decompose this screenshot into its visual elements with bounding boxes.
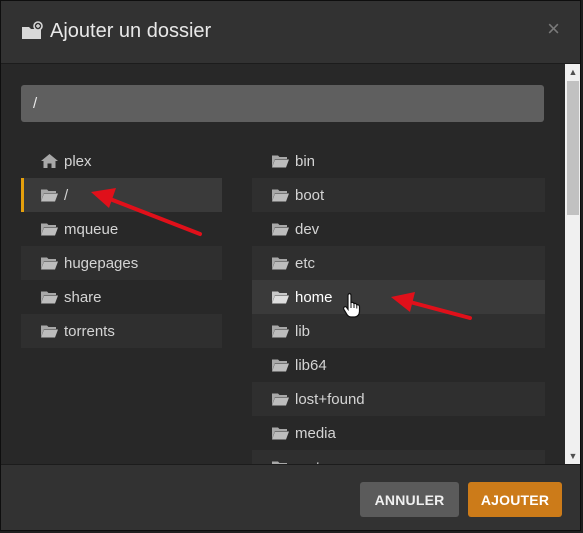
list-item-label: lost+found (295, 390, 365, 408)
folder-icon (272, 291, 289, 304)
add-button[interactable]: AJOUTER (468, 482, 562, 517)
folder-icon (272, 393, 289, 406)
list-item-plex[interactable]: plex (21, 144, 222, 178)
scrollbar-thumb[interactable] (567, 81, 579, 215)
list-item-hugepages[interactable]: hugepages (21, 246, 222, 280)
list-item-label: plex (64, 152, 92, 170)
folder-icon (41, 257, 58, 270)
folder-icon (41, 291, 58, 304)
folder-icon (272, 223, 289, 236)
list-item-label: hugepages (64, 254, 139, 272)
folder-icon (272, 155, 289, 168)
list-item-label: / (64, 186, 69, 204)
list-item-mnt[interactable]: mnt (252, 450, 545, 464)
list-item-boot[interactable]: boot (252, 178, 545, 212)
list-item-label: media (295, 424, 336, 442)
list-item-label: etc (295, 254, 316, 272)
list-item-etc[interactable]: etc (252, 246, 545, 280)
left-folder-list: plex / mqueue hugepages share torrents (21, 144, 222, 348)
list-item-lost-found[interactable]: lost+found (252, 382, 545, 416)
dialog-header: Ajouter un dossier × (1, 1, 580, 64)
list-item-label: home (295, 288, 333, 306)
list-item-label: share (64, 288, 102, 306)
list-item-label: lib (295, 322, 311, 340)
scroll-up-arrow-icon[interactable]: ▲ (565, 64, 580, 80)
list-item-label: boot (295, 186, 325, 204)
list-item-label: lib64 (295, 356, 327, 374)
folder-icon (272, 189, 289, 202)
folder-icon (272, 427, 289, 440)
folder-icon (41, 325, 58, 338)
folder-add-icon (22, 21, 43, 39)
list-item-root[interactable]: / (21, 178, 222, 212)
list-item-label: torrents (64, 322, 115, 340)
list-item-bin[interactable]: bin (252, 144, 545, 178)
home-icon (41, 154, 58, 168)
list-item-share[interactable]: share (21, 280, 222, 314)
dialog-footer: ANNULER AJOUTER (1, 464, 580, 530)
list-item-label: dev (295, 220, 320, 238)
vertical-scrollbar[interactable]: ▲ ▼ (565, 64, 580, 464)
scroll-down-arrow-icon[interactable]: ▼ (565, 448, 580, 464)
folder-icon (272, 325, 289, 338)
folder-icon (272, 257, 289, 270)
add-folder-dialog: Ajouter un dossier × plex / mqueue hugep… (0, 0, 581, 531)
list-item-home[interactable]: home (252, 280, 545, 314)
folder-icon (41, 223, 58, 236)
right-folder-list: bin boot dev etc home lib lib64 lost+fou… (252, 144, 545, 464)
cancel-button[interactable]: ANNULER (360, 482, 459, 517)
list-item-torrents[interactable]: torrents (21, 314, 222, 348)
list-item-mqueue[interactable]: mqueue (21, 212, 222, 246)
dialog-title: Ajouter un dossier (50, 20, 212, 42)
path-input[interactable] (21, 85, 544, 122)
list-item-lib[interactable]: lib (252, 314, 545, 348)
list-item-media[interactable]: media (252, 416, 545, 450)
close-icon[interactable]: × (547, 18, 560, 40)
dialog-body: plex / mqueue hugepages share torrents (1, 64, 564, 464)
list-item-label: mqueue (64, 220, 119, 238)
folder-icon (41, 189, 58, 202)
list-item-dev[interactable]: dev (252, 212, 545, 246)
list-item-lib64[interactable]: lib64 (252, 348, 545, 382)
list-item-label: bin (295, 152, 316, 170)
hand-pointer-icon (343, 292, 361, 318)
folder-icon (272, 359, 289, 372)
